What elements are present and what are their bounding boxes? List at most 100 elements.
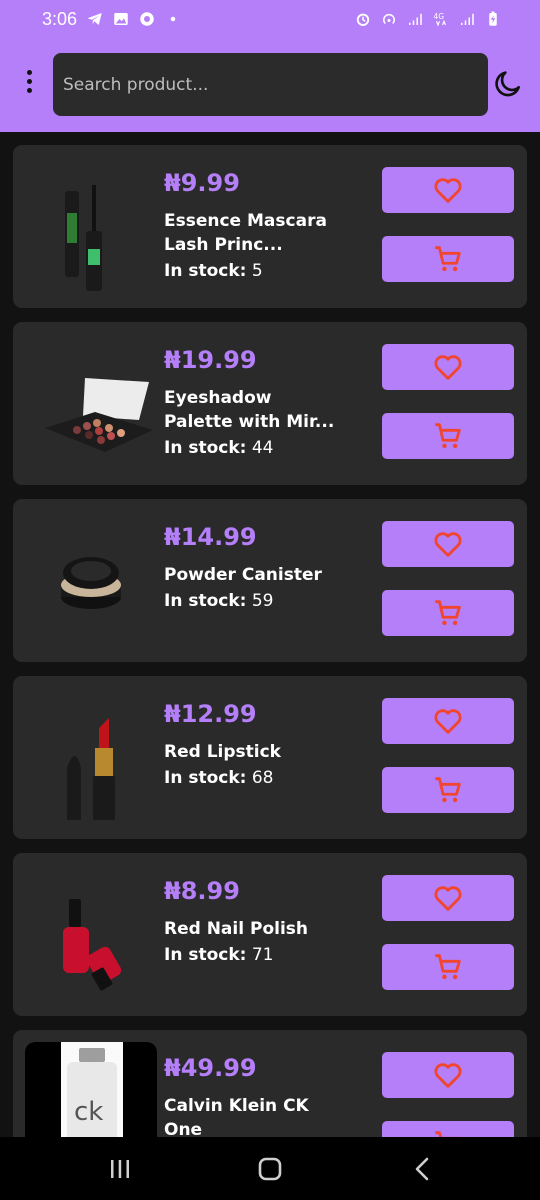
product-name: Red Lipstick [164, 740, 344, 764]
stock-label: In stock: [164, 261, 247, 281]
cart-icon [435, 423, 461, 449]
product-name-line: Palette with Mir... [164, 412, 335, 432]
product-stock: In stock: 71 [164, 945, 274, 965]
product-card[interactable]: ₦8.99 Red Nail Polish In stock: 71 [13, 853, 527, 1016]
hotspot-icon [383, 13, 395, 25]
viber-icon [140, 12, 154, 26]
product-name: Calvin Klein CK One [164, 1094, 344, 1137]
favorite-button[interactable] [382, 1052, 514, 1098]
add-to-cart-button[interactable] [382, 236, 514, 282]
stock-label: In stock: [164, 438, 247, 458]
signal-icon [461, 13, 474, 25]
product-image [25, 688, 157, 826]
product-name: Powder Canister [164, 563, 344, 587]
product-name: Essence Mascara Lash Princ... [164, 209, 344, 257]
cart-icon [435, 246, 461, 272]
heart-icon [434, 1063, 462, 1088]
product-card[interactable]: ck ₦49.99 Calvin Klein CK One [13, 1030, 527, 1137]
svg-text:4G: 4G [434, 12, 445, 21]
product-name: Eyeshadow Palette with Mir... [164, 386, 344, 434]
add-to-cart-button[interactable] [382, 767, 514, 813]
4g-icon: 4G [434, 12, 447, 27]
product-name-line: Red Lipstick [164, 742, 281, 762]
moon-icon[interactable] [492, 68, 524, 100]
cart-icon [435, 600, 461, 626]
product-name-line: Powder Canister [164, 565, 322, 585]
heart-icon [434, 178, 462, 203]
product-price: ₦9.99 [164, 169, 240, 197]
product-card[interactable]: ₦9.99 Essence Mascara Lash Princ... In s… [13, 145, 527, 308]
stock-value: 68 [251, 768, 274, 788]
product-stock: In stock: 59 [164, 591, 274, 611]
home-icon [258, 1157, 282, 1181]
alarm-icon [356, 13, 370, 26]
system-icons: 4G [354, 10, 502, 28]
favorite-button[interactable] [382, 344, 514, 390]
product-name-line: Lash Princ... [164, 235, 283, 255]
product-stock: In stock: 44 [164, 438, 274, 458]
add-to-cart-button[interactable] [382, 413, 514, 459]
product-name-line: Essence Mascara [164, 211, 327, 231]
stock-label: In stock: [164, 768, 247, 788]
add-to-cart-button[interactable] [382, 944, 514, 990]
product-list[interactable]: ₦9.99 Essence Mascara Lash Princ... In s… [0, 132, 540, 1137]
product-card[interactable]: ₦19.99 Eyeshadow Palette with Mir... In … [13, 322, 527, 485]
more-vertical-icon[interactable] [14, 64, 44, 98]
status-time: 3:06 [42, 9, 78, 29]
add-to-cart-button[interactable] [382, 590, 514, 636]
stock-value: 44 [251, 438, 274, 458]
product-stock: In stock: 5 [164, 261, 263, 281]
heart-icon [434, 532, 462, 557]
gallery-icon [114, 13, 128, 25]
product-price: ₦49.99 [164, 1054, 257, 1082]
favorite-button[interactable] [382, 167, 514, 213]
product-price: ₦8.99 [164, 877, 240, 905]
battery-charging-icon [489, 11, 497, 26]
back-button[interactable] [408, 1155, 436, 1183]
favorite-button[interactable] [382, 875, 514, 921]
product-stock: In stock: 68 [164, 768, 274, 788]
heart-icon [434, 886, 462, 911]
product-price: ₦19.99 [164, 346, 257, 374]
stock-value: 5 [251, 261, 263, 281]
product-image [25, 511, 157, 649]
recent-apps-button[interactable] [106, 1155, 134, 1183]
dot-icon [170, 16, 176, 22]
heart-icon [434, 355, 462, 380]
search-input[interactable] [53, 53, 488, 116]
favorite-button[interactable] [382, 521, 514, 567]
cart-icon [435, 777, 461, 803]
notification-icons [86, 10, 182, 28]
product-price: ₦14.99 [164, 523, 257, 551]
product-name-line: Eyeshadow [164, 388, 272, 408]
add-to-cart-button[interactable] [382, 1121, 514, 1137]
product-price: ₦12.99 [164, 700, 257, 728]
recent-apps-icon [111, 1160, 129, 1178]
app-bar [0, 40, 540, 132]
cart-icon [435, 1131, 460, 1137]
stock-label: In stock: [164, 591, 247, 611]
product-card[interactable]: ₦14.99 Powder Canister In stock: 59 [13, 499, 527, 662]
svg-text:ck: ck [74, 1097, 103, 1127]
signal-icon [409, 13, 422, 25]
telegram-icon [87, 13, 102, 25]
heart-icon [434, 709, 462, 734]
product-image: ck [25, 1042, 157, 1137]
product-name-line: Calvin Klein CK [164, 1096, 309, 1116]
product-name-line: One [164, 1120, 203, 1137]
product-card[interactable]: ₦12.99 Red Lipstick In stock: 68 [13, 676, 527, 839]
favorite-button[interactable] [382, 698, 514, 744]
status-bar: 3:06 4G [0, 0, 540, 40]
stock-label: In stock: [164, 945, 247, 965]
product-name-line: Red Nail Polish [164, 919, 308, 939]
home-button[interactable] [256, 1155, 284, 1183]
stock-value: 59 [251, 591, 274, 611]
stock-value: 71 [251, 945, 274, 965]
product-image [25, 157, 157, 295]
system-nav-bar [0, 1137, 540, 1200]
cart-icon [435, 954, 461, 980]
back-icon [415, 1157, 429, 1181]
product-name: Red Nail Polish [164, 917, 344, 941]
product-image [25, 865, 157, 1003]
product-image [25, 334, 157, 472]
